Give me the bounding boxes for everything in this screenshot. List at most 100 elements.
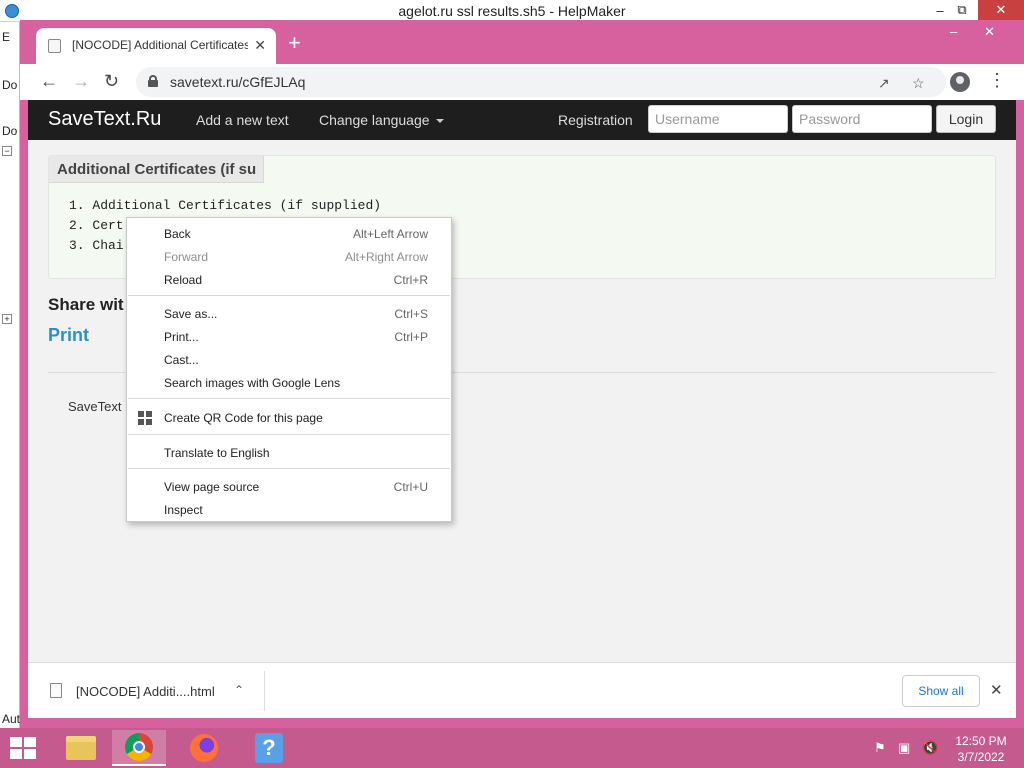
volume-muted-icon[interactable]: 🔇 <box>922 740 938 756</box>
folder-icon <box>66 736 96 760</box>
browser-toolbar: ← → ↻ savetext.ru/cGfEJLAq ↗ ☆ ⋮ <box>20 64 1024 100</box>
menu-separator <box>128 434 450 435</box>
bookmark-star-icon[interactable]: ☆ <box>912 75 925 92</box>
menu-item-forward[interactable]: Forward Alt+Right Arrow <box>127 246 451 268</box>
profile-avatar-icon[interactable] <box>950 72 970 92</box>
taskbar-helpmaker[interactable]: ? <box>242 730 296 766</box>
menu-item-qr-code[interactable]: Create QR Code for this page <box>127 407 451 429</box>
menu-item-print[interactable]: Print... Ctrl+P <box>127 326 451 348</box>
chrome-icon <box>125 733 153 761</box>
lock-icon[interactable] <box>148 75 158 87</box>
outer-close-button[interactable]: ✕ <box>978 0 1024 20</box>
download-divider <box>264 671 265 711</box>
menu-item-back[interactable]: Back Alt+Left Arrow <box>127 223 451 245</box>
tree-expand-icon[interactable]: + <box>2 314 12 324</box>
left-panel-item[interactable]: E <box>2 30 10 44</box>
menu-item-label: Inspect <box>164 503 203 517</box>
network-icon[interactable]: ▣ <box>898 740 910 756</box>
download-shelf-close-icon[interactable]: ✕ <box>990 681 1003 699</box>
menu-item-cast[interactable]: Cast... <box>127 349 451 371</box>
chrome-close-button[interactable]: ✕ <box>984 24 995 40</box>
show-all-button[interactable]: Show all <box>902 675 980 707</box>
menu-item-shortcut: Ctrl+S <box>394 307 428 321</box>
tree-collapse-icon[interactable]: − <box>2 146 12 156</box>
forward-arrow-icon[interactable]: → <box>72 71 90 92</box>
menu-item-shortcut: Alt+Right Arrow <box>344 250 428 264</box>
left-panel-item[interactable]: Aut <box>2 712 20 726</box>
caret-down-icon <box>435 119 444 124</box>
chrome-menu-icon[interactable]: ⋮ <box>988 70 1006 91</box>
menu-item-label: Cast... <box>164 353 199 367</box>
chrome-minimize-button[interactable]: – <box>950 24 957 39</box>
url-text[interactable]: savetext.ru/cGfEJLAq <box>170 74 305 90</box>
outer-restore-button[interactable]: ⧉ <box>946 0 978 20</box>
menu-item-label: Back <box>164 227 191 241</box>
menu-item-label: Reload <box>164 273 203 287</box>
taskbar-file-explorer[interactable] <box>54 730 108 766</box>
password-input[interactable] <box>792 105 932 133</box>
menu-item-view-source[interactable]: View page source Ctrl+U <box>127 476 451 498</box>
nav-registration-link[interactable]: Registration <box>558 112 633 128</box>
change-language-label: Change language <box>319 112 430 128</box>
system-clock[interactable]: 12:50 PM 3/7/2022 <box>948 733 1014 765</box>
menu-item-shortcut: Ctrl+R <box>393 273 428 287</box>
menu-separator <box>128 398 450 399</box>
tab-title: [NOCODE] Additional Certificates <box>72 38 248 52</box>
print-link[interactable]: Print <box>48 325 89 346</box>
page-favicon-icon <box>48 39 61 53</box>
nav-add-text-link[interactable]: Add a new text <box>196 112 289 128</box>
username-input[interactable] <box>648 105 788 133</box>
menu-item-label: Search images with Google Lens <box>164 376 341 390</box>
site-navbar: SaveText.Ru Add a new text Change langua… <box>28 100 1016 140</box>
menu-separator <box>128 295 450 296</box>
qr-code-icon <box>138 411 152 425</box>
menu-item-label: Create QR Code for this page <box>164 411 323 425</box>
menu-item-shortcut: Alt+Left Arrow <box>352 227 428 241</box>
menu-item-label: Print... <box>164 330 199 344</box>
menu-item-shortcut: Ctrl+U <box>393 480 428 494</box>
menu-item-label: View page source <box>164 480 260 494</box>
left-panel-item[interactable]: Do <box>2 124 17 138</box>
outer-window-title: agelot.ru ssl results.sh5 - HelpMaker <box>398 3 626 19</box>
tab-close-icon[interactable]: ✕ <box>254 37 266 54</box>
address-bar[interactable]: savetext.ru/cGfEJLAq ↗ ☆ <box>136 67 946 97</box>
taskbar-firefox[interactable] <box>177 730 231 766</box>
help-icon: ? <box>255 733 283 763</box>
outer-left-panel: E Do Do − + Aut <box>0 22 20 728</box>
tab-active[interactable]: [NOCODE] Additional Certificates ✕ <box>36 28 276 64</box>
context-menu: Back Alt+Left Arrow Forward Alt+Right Ar… <box>126 217 452 522</box>
menu-item-translate[interactable]: Translate to English <box>127 442 451 464</box>
firefox-icon <box>190 734 218 762</box>
menu-item-inspect[interactable]: Inspect <box>127 499 451 521</box>
panel-title: Additional Certificates (if su <box>49 156 264 183</box>
download-file-name[interactable]: [NOCODE] Additi....html <box>76 684 215 699</box>
outer-window-titlebar: agelot.ru ssl results.sh5 - HelpMaker – … <box>0 0 1024 22</box>
share-heading: Share wit <box>48 295 124 314</box>
menu-item-save-as[interactable]: Save as... Ctrl+S <box>127 303 451 325</box>
nav-change-language[interactable]: Change language <box>319 112 444 128</box>
menu-item-reload[interactable]: Reload Ctrl+R <box>127 269 451 291</box>
menu-item-shortcut: Ctrl+P <box>394 330 428 344</box>
menu-separator <box>128 468 450 469</box>
site-brand[interactable]: SaveText.Ru <box>48 108 161 131</box>
menu-item-label: Translate to English <box>164 446 270 460</box>
new-tab-button[interactable]: + <box>288 32 301 54</box>
back-arrow-icon[interactable]: ← <box>40 71 58 92</box>
menu-item-google-lens[interactable]: Search images with Google Lens <box>127 372 451 394</box>
menu-item-label: Save as... <box>164 307 218 321</box>
footer-text: SaveText <box>68 399 122 414</box>
windows-start-icon[interactable] <box>10 737 36 759</box>
login-button[interactable]: Login <box>936 105 996 133</box>
taskbar-chrome[interactable] <box>112 730 166 766</box>
download-shelf: [NOCODE] Additi....html ⌃ Show all ✕ <box>28 662 1016 718</box>
menu-item-label: Forward <box>164 250 209 264</box>
reload-icon[interactable]: ↻ <box>104 71 119 92</box>
text-line: 1. Additional Certificates (if supplied) <box>69 198 382 213</box>
chevron-up-icon[interactable]: ⌃ <box>234 683 244 697</box>
left-panel-item[interactable]: Do <box>2 78 17 92</box>
share-icon[interactable]: ↗ <box>878 75 890 92</box>
clock-date: 3/7/2022 <box>957 750 1005 764</box>
clock-time: 12:50 PM <box>955 734 1007 748</box>
action-center-flag-icon[interactable]: ⚑ <box>874 740 886 756</box>
file-icon <box>50 683 62 698</box>
